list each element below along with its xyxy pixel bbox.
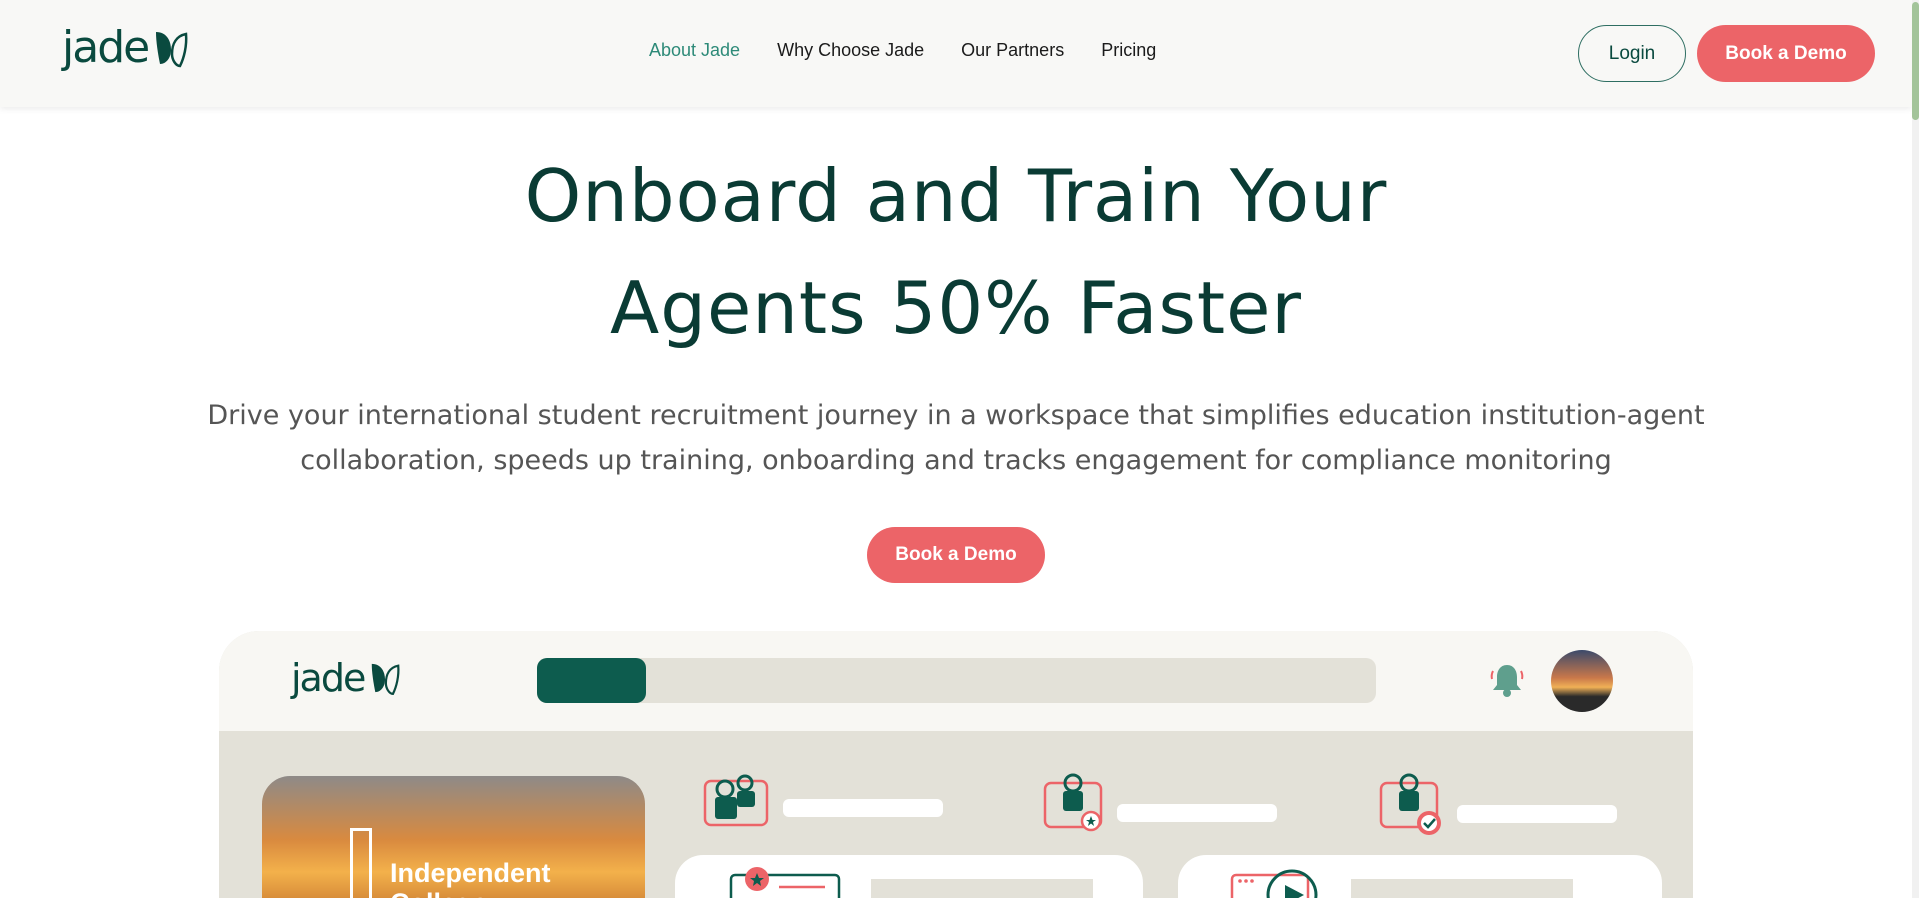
hero-subtitle-line-2: collaboration, speeds up training, onboa…	[300, 445, 1612, 476]
book-demo-hero-button[interactable]: Book a Demo	[867, 527, 1045, 583]
stat-award-placeholder	[1117, 804, 1277, 822]
login-button[interactable]: Login	[1578, 25, 1686, 82]
mockup-panel-video	[1178, 855, 1662, 898]
stat-agents	[703, 771, 943, 827]
logo-wordmark: jade	[62, 22, 150, 73]
college-name: Independent College	[390, 858, 551, 898]
agent-award-icon	[1043, 773, 1103, 832]
book-demo-header-button[interactable]: Book a Demo	[1697, 25, 1875, 82]
hero-subtitle-line-1: Drive your international student recruit…	[207, 400, 1705, 431]
nav-item-pricing[interactable]: Pricing	[1101, 40, 1156, 61]
video-panel-placeholder	[1351, 879, 1573, 898]
hero-title: Onboard and Train Your Agents 50% Faster	[0, 140, 1912, 364]
mockup-progress-track	[537, 658, 1376, 703]
mockup-progress-fill	[537, 658, 647, 703]
mockup-topbar: jade	[219, 631, 1693, 731]
nav-item-about-jade[interactable]: About Jade	[649, 40, 740, 61]
college-logo-mark	[350, 828, 372, 898]
college-name-line-1: Independent	[390, 858, 551, 888]
video-play-icon	[1230, 869, 1318, 898]
certificate-icon	[729, 867, 841, 898]
mockup-leaf-logo-icon	[372, 663, 400, 695]
nav-item-our-partners[interactable]: Our Partners	[961, 40, 1064, 61]
agent-verified-icon	[1379, 773, 1441, 835]
hero-title-line-2: Agents 50% Faster	[610, 266, 1302, 350]
hero-title-line-1: Onboard and Train Your	[524, 154, 1388, 238]
jade-logo[interactable]: jade	[62, 26, 188, 70]
page-scrollbar[interactable]	[1912, 0, 1919, 898]
mockup-logo-wordmark: jade	[291, 656, 366, 700]
nav-item-why-choose-jade[interactable]: Why Choose Jade	[777, 40, 924, 61]
stat-award	[1043, 771, 1277, 837]
stat-verified-placeholder	[1457, 805, 1617, 823]
agents-group-icon	[703, 774, 769, 827]
main-nav: About Jade Why Choose Jade Our Partners …	[649, 40, 1156, 61]
notification-bell-icon	[1490, 665, 1524, 697]
hero-subtitle: Drive your international student recruit…	[190, 393, 1722, 483]
mockup-panel-certificate	[675, 855, 1143, 898]
product-mockup: jade Independent College	[219, 631, 1693, 898]
stat-verified	[1379, 771, 1617, 839]
stat-agents-placeholder	[783, 799, 943, 817]
leaf-logo-icon	[156, 32, 188, 68]
site-header: jade About Jade Why Choose Jade Our Part…	[0, 0, 1912, 107]
certificate-panel-placeholder	[871, 879, 1093, 898]
college-card-image: Independent College	[262, 776, 645, 898]
scrollbar-thumb[interactable]	[1912, 2, 1919, 120]
mockup-logo: jade	[291, 659, 400, 697]
college-name-line-2: College	[390, 888, 488, 898]
avatar	[1551, 650, 1613, 712]
